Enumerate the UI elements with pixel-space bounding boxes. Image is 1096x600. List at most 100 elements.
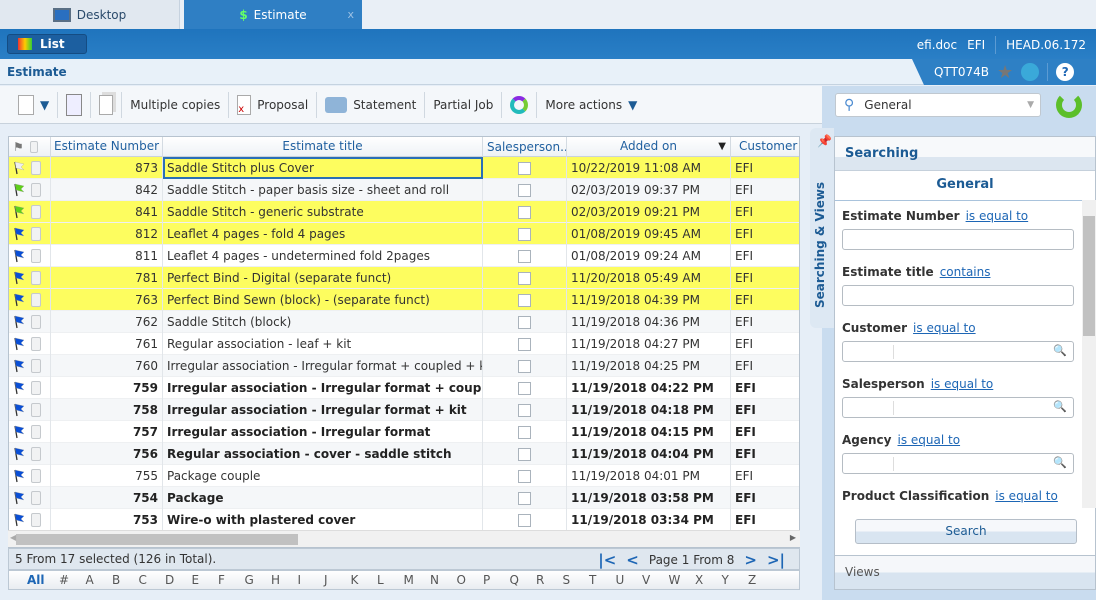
table-row[interactable]: 758 Irregular association - Irregular fo… [9,399,799,421]
salesperson-checkbox[interactable] [518,359,531,373]
flag-icon[interactable] [13,425,25,439]
clipboard-icon[interactable] [31,469,41,483]
operator-link[interactable]: is equal to [966,209,1029,223]
horizontal-scrollbar[interactable]: ◀ ▶ [8,530,800,547]
flag-icon[interactable] [13,469,25,483]
field-input[interactable] [842,285,1074,306]
salesperson-checkbox[interactable] [518,513,531,527]
partial-job-button[interactable]: Partial Job [425,91,503,118]
flag-icon[interactable] [13,491,25,505]
salesperson-checkbox[interactable] [518,183,531,197]
alpha-filter-m[interactable]: M [404,573,431,587]
salesperson-checkbox[interactable] [518,205,531,219]
field-input[interactable]: 🔍 [842,341,1074,362]
flag-icon[interactable] [13,403,25,417]
clipboard-icon[interactable] [31,249,41,263]
alpha-filter-o[interactable]: O [457,573,484,587]
pin-icon[interactable]: 📌 [817,134,832,148]
star-icon[interactable]: ★ [997,62,1013,83]
lookup-search-icon[interactable]: 🔍 [1053,456,1067,469]
field-input[interactable]: 🔍 [842,397,1074,418]
table-row[interactable]: 781 Perfect Bind - Digital (separate fun… [9,267,799,289]
salesperson-checkbox[interactable] [518,337,531,351]
close-tab-button[interactable]: x [347,8,354,21]
clipboard-icon[interactable] [31,513,41,527]
alpha-filter-t[interactable]: T [589,573,616,587]
column-customer[interactable]: Customer [731,137,799,157]
alpha-filter-a[interactable]: A [86,573,113,587]
alpha-filter-g[interactable]: G [245,573,272,587]
views-section[interactable]: Views [835,555,1095,589]
table-row[interactable]: 756 Regular association - cover - saddle… [9,443,799,465]
alpha-filter-f[interactable]: F [218,573,245,587]
table-row[interactable]: 762 Saddle Stitch (block) 11/19/2018 04:… [9,311,799,333]
clipboard-icon[interactable] [31,491,41,505]
alpha-filter-s[interactable]: S [563,573,590,587]
search-panel-scrollbar[interactable] [1082,200,1096,508]
alpha-filter-i[interactable]: I [298,573,325,587]
alpha-filter-hash[interactable]: # [59,573,86,587]
alpha-filter-u[interactable]: U [616,573,643,587]
flag-icon[interactable] [13,205,25,219]
field-input[interactable] [842,229,1074,250]
flag-icon[interactable] [13,293,25,307]
refresh-cycle-button[interactable] [502,91,538,118]
table-row[interactable]: 755 Package couple 11/19/2018 04:01 PM E… [9,465,799,487]
scrollbar-thumb[interactable] [16,534,298,545]
field-input[interactable]: 🔍 [842,453,1074,474]
new-button[interactable]: ▼ [10,91,59,118]
alpha-filter-r[interactable]: R [536,573,563,587]
alpha-filter-p[interactable]: P [483,573,510,587]
alpha-filter-z[interactable]: Z [748,573,775,587]
table-row[interactable]: 759 Irregular association - Irregular fo… [9,377,799,399]
flag-icon[interactable] [13,359,25,373]
flag-column-header[interactable]: ⚑ [9,137,51,157]
salesperson-checkbox[interactable] [518,227,531,241]
alpha-filter-q[interactable]: Q [510,573,537,587]
chevron-down-icon[interactable]: ▼ [40,98,49,112]
edit-button[interactable] [58,91,92,118]
operator-link[interactable]: is equal to [931,377,994,391]
flag-icon[interactable] [13,381,25,395]
column-added-on[interactable]: Added on ▼ [567,137,731,157]
multiple-copies-button[interactable]: Multiple copies [122,91,230,118]
flag-icon[interactable] [13,315,25,329]
clipboard-icon[interactable] [31,337,41,351]
user-name[interactable]: efi.doc [917,38,957,52]
clipboard-icon[interactable] [31,271,41,285]
help-icon[interactable]: ? [1056,63,1075,81]
alpha-filter-w[interactable]: W [669,573,696,587]
scroll-right-icon[interactable]: ▶ [790,533,796,542]
table-row[interactable]: 873 Saddle Stitch plus Cover 10/22/2019 … [9,157,799,179]
table-row[interactable]: 763 Perfect Bind Sewn (block) - (separat… [9,289,799,311]
lookup-search-icon[interactable]: 🔍 [1053,344,1067,357]
lookup-search-icon[interactable]: 🔍 [1053,400,1067,413]
flag-icon[interactable] [13,227,25,241]
alpha-filter-n[interactable]: N [430,573,457,587]
alpha-filter-j[interactable]: J [324,573,351,587]
searching-views-tab[interactable]: 📌 Searching & Views [810,128,834,328]
clipboard-icon[interactable] [31,161,41,175]
salesperson-checkbox[interactable] [518,447,531,461]
clipboard-icon[interactable] [31,425,41,439]
clipboard-icon[interactable] [31,293,41,307]
table-row[interactable]: 812 Leaflet 4 pages - fold 4 pages 01/08… [9,223,799,245]
flag-icon[interactable] [13,513,25,527]
list-button[interactable]: List [7,34,87,54]
clipboard-icon[interactable] [31,315,41,329]
operator-link[interactable]: is equal to [898,433,961,447]
alpha-filter-x[interactable]: X [695,573,722,587]
alpha-filter-d[interactable]: D [165,573,192,587]
salesperson-checkbox[interactable] [518,425,531,439]
table-row[interactable]: 760 Irregular association - Irregular fo… [9,355,799,377]
flag-icon[interactable] [13,447,25,461]
clipboard-icon[interactable] [31,403,41,417]
operator-link[interactable]: is equal to [995,489,1058,503]
scroll-left-icon[interactable]: ◀ [10,533,16,542]
flag-icon[interactable] [13,183,25,197]
clipboard-icon[interactable] [31,205,41,219]
alpha-filter-c[interactable]: C [139,573,166,587]
operator-link[interactable]: is equal to [913,321,976,335]
salesperson-checkbox[interactable] [518,315,531,329]
flag-icon[interactable] [13,161,25,175]
